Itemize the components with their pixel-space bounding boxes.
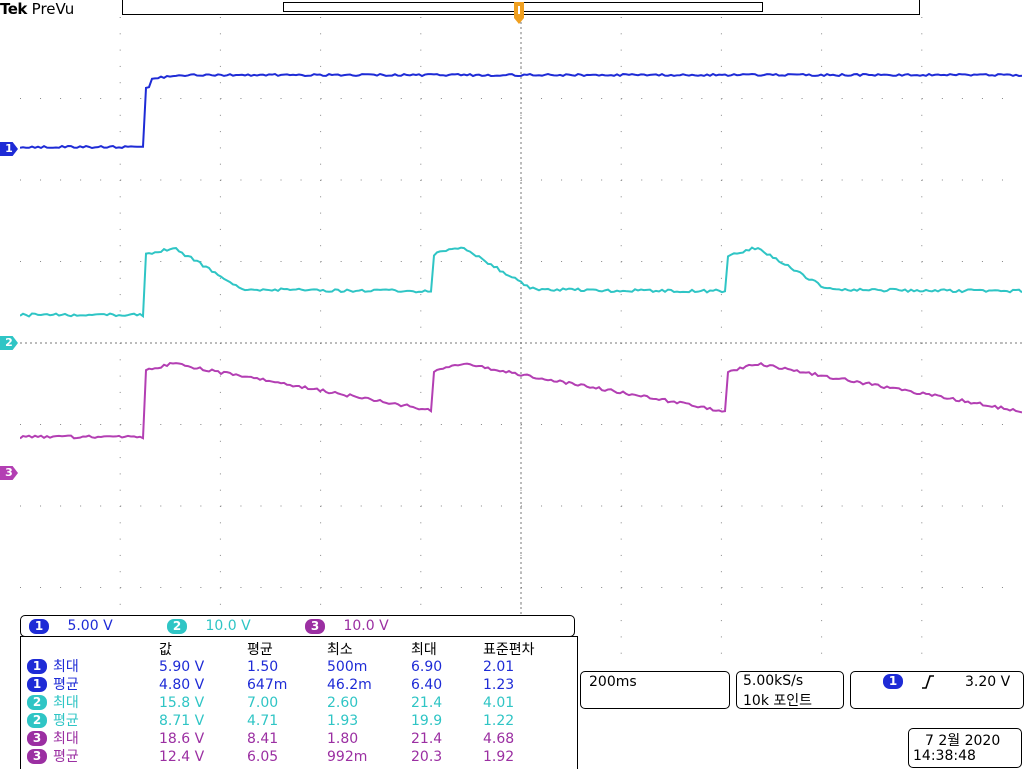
ch1-scale[interactable]: 1 5.00 V [29,617,113,635]
trigger-level: 3.20 V [965,674,1010,690]
waveform-ch1 [20,74,1022,148]
trigger-readout[interactable]: 1 3.20 V [850,671,1024,709]
brand-logo: Tek [0,0,27,18]
timebase-readout[interactable]: 200ms [580,671,730,709]
ch3-ground-marker[interactable]: 3 [0,466,18,480]
measurement-row[interactable]: 3 최대 18.6 V 8.41 1.80 21.4 4.68 [21,730,577,748]
ch2-scale[interactable]: 2 10.0 V [167,617,251,635]
header-max: 최대 [411,639,437,659]
trigger-position-icon[interactable] [513,2,525,24]
timebase-value: 200ms [589,674,637,690]
header-mean: 평균 [247,639,273,659]
measurement-row[interactable]: 2 최대 15.8 V 7.00 2.60 21.4 4.01 [21,694,577,712]
trigger-source: 1 [883,674,903,689]
measurement-row[interactable]: 1 평균 4.80 V 647m 46.2m 6.40 1.23 [21,676,577,694]
vertical-scale-bar: 1 5.00 V 2 10.0 V 3 10.0 V [20,615,575,637]
header-min: 최소 [327,639,353,659]
measurement-row[interactable]: 2 평균 8.71 V 4.71 1.93 19.9 1.22 [21,712,577,730]
brand-label: Tek PreVu [0,0,74,18]
acquisition-mode: PreVu [32,0,75,18]
ch3-scale[interactable]: 3 10.0 V [305,617,389,635]
header-value: 값 [159,639,172,659]
record-length: 10k 포인트 [743,690,812,710]
rising-edge-icon [921,674,935,690]
sample-rate: 5.00kS/s [743,673,803,689]
acquisition-readout[interactable]: 5.00kS/s 10k 포인트 [736,671,844,709]
ch2-ground-marker[interactable]: 2 [0,336,18,350]
measurement-row[interactable]: 1 최대 5.90 V 1.50 500m 6.90 2.01 [21,658,577,676]
datetime-readout: 7 2월 2020 14:38:48 [908,728,1022,768]
ch1-ground-marker[interactable]: 1 [0,142,18,156]
measurement-row[interactable]: 3 평균 12.4 V 6.05 992m 20.3 1.92 [21,748,577,766]
date-text: 7 2월 2020 [925,730,1000,750]
header-stddev: 표준편차 [483,639,535,659]
measurement-table: 값 평균 최소 최대 표준편차 1 최대 5.90 V 1.50 500m 6.… [20,636,578,769]
time-text: 14:38:48 [913,748,976,764]
waveform-graticule [20,17,1022,669]
